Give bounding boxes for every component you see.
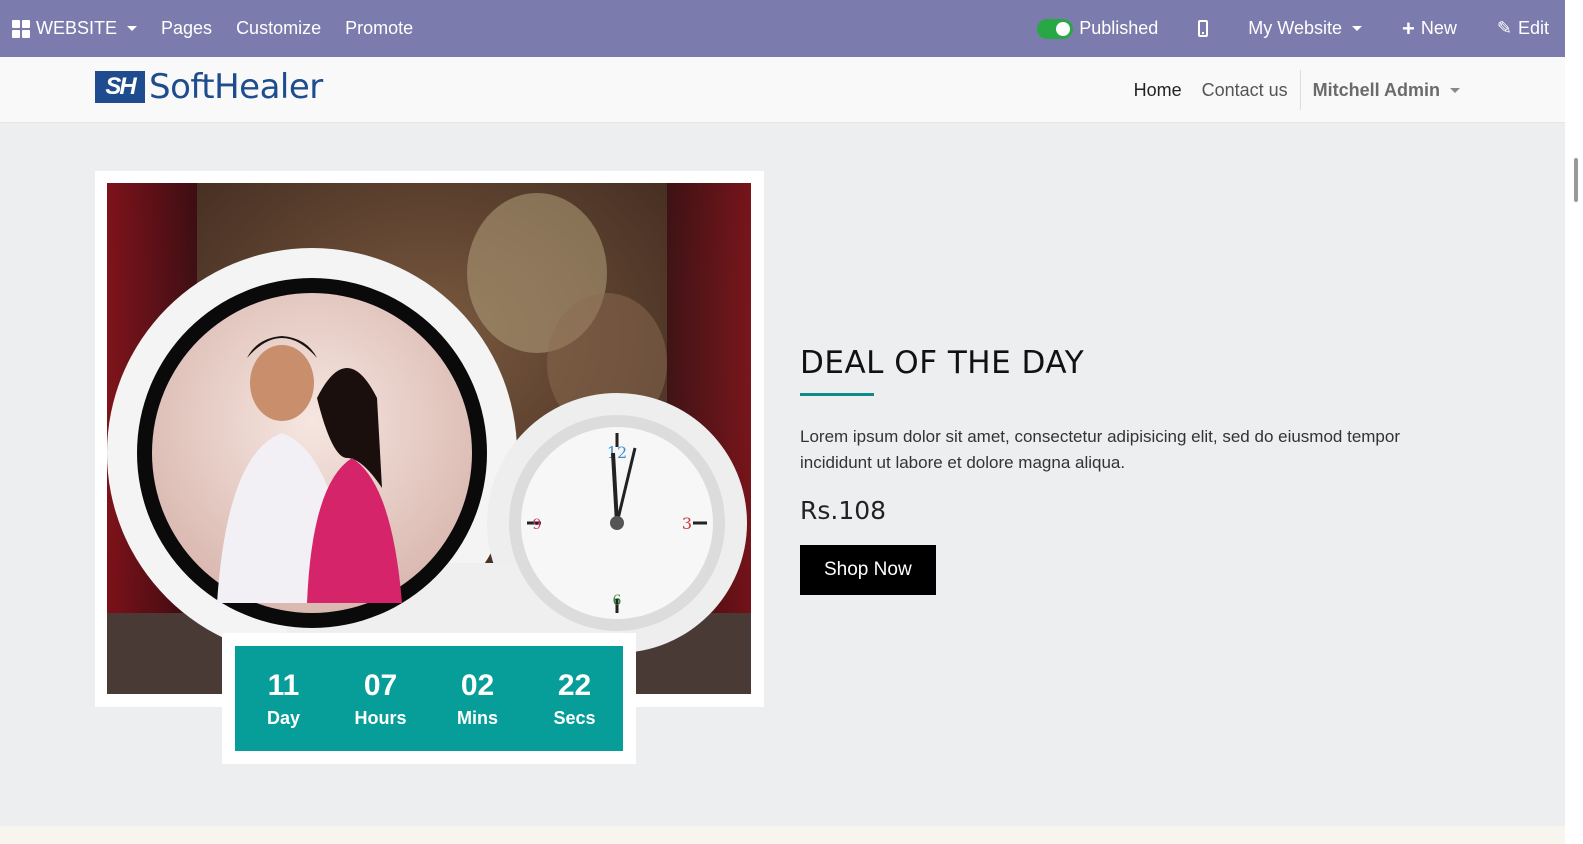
site-header: SH SoftHealer Home Contact us Mitchell A… [0, 57, 1565, 123]
countdown-mins: 02 Mins [438, 668, 518, 729]
website-menu-label: WEBSITE [36, 18, 118, 38]
svg-text:9: 9 [533, 517, 542, 533]
deal-price: Rs.108 [800, 496, 887, 525]
countdown-label: Secs [553, 708, 596, 728]
title-underline [800, 393, 874, 396]
site-logo[interactable]: SH SoftHealer [95, 67, 323, 107]
logo-mark: SH [95, 71, 145, 103]
pencil-icon: ✎ [1496, 18, 1512, 38]
admin-bar-left: WEBSITE Pages Customize Promote [12, 0, 413, 57]
scrollbar[interactable] [1565, 0, 1583, 844]
promote-menu[interactable]: Promote [345, 18, 413, 39]
edit-button[interactable]: ✎ Edit [1497, 18, 1549, 39]
published-toggle[interactable]: Published [1037, 18, 1158, 39]
svg-text:12: 12 [607, 443, 627, 462]
deal-title: DEAL OF THE DAY [800, 345, 1085, 381]
countdown-day: 11 Day [244, 668, 324, 729]
caret-down-icon [1450, 87, 1460, 93]
countdown-label: Day [266, 708, 301, 728]
svg-text:3: 3 [682, 514, 692, 533]
bottom-section-strip [0, 826, 1565, 844]
admin-bar-right: Published My Website + New ✎ Edit [1037, 0, 1549, 57]
product-image-frame: 12 3 6 9 [95, 171, 764, 707]
nav-divider [1299, 70, 1301, 110]
user-menu[interactable]: Mitchell Admin [1303, 80, 1460, 101]
countdown-label: Mins [456, 708, 498, 728]
deal-section: DEAL OF THE DAY Lorem ipsum dolor sit am… [800, 345, 1440, 595]
my-website-label: My Website [1248, 18, 1342, 38]
countdown-value: 11 [267, 669, 300, 702]
photo-frame-clock-illustration: 12 3 6 9 [107, 183, 751, 694]
logo-text: SoftHealer [149, 67, 323, 107]
customize-menu[interactable]: Customize [236, 18, 321, 39]
countdown-value: 07 [363, 669, 398, 702]
countdown-hours: 07 Hours [341, 668, 421, 729]
caret-down-icon [1352, 26, 1362, 31]
plus-icon: + [1402, 15, 1415, 41]
nav-home[interactable]: Home [1124, 80, 1192, 101]
shop-now-button[interactable]: Shop Now [800, 545, 936, 595]
nav-contact[interactable]: Contact us [1192, 80, 1298, 101]
my-website-menu[interactable]: My Website [1248, 18, 1362, 39]
published-label: Published [1079, 18, 1159, 38]
mobile-preview-button[interactable] [1198, 20, 1209, 37]
product-image: 12 3 6 9 [107, 183, 751, 694]
countdown-frame: 11 Day 07 Hours 02 Mins 22 Secs [222, 633, 636, 764]
new-button[interactable]: + New [1402, 15, 1457, 41]
pages-menu[interactable]: Pages [161, 18, 212, 39]
mobile-phone-icon [1198, 20, 1209, 37]
svg-text:6: 6 [613, 593, 622, 609]
countdown-label: Hours [354, 708, 407, 728]
scrollbar-thumb[interactable] [1574, 158, 1578, 202]
countdown-value: 22 [557, 669, 592, 702]
caret-down-icon [127, 26, 138, 31]
countdown-timer: 11 Day 07 Hours 02 Mins 22 Secs [235, 646, 623, 751]
website-menu[interactable]: WEBSITE [12, 18, 138, 39]
toggle-switch-icon[interactable] [1037, 18, 1074, 39]
user-name: Mitchell Admin [1312, 79, 1440, 100]
edit-label: Edit [1517, 18, 1549, 38]
apps-grid-icon [12, 19, 30, 38]
site-nav: Home Contact us Mitchell Admin [1124, 57, 1460, 123]
new-label: New [1420, 18, 1457, 38]
countdown-value: 02 [460, 669, 495, 702]
countdown-secs: 22 Secs [535, 668, 615, 729]
deal-description: Lorem ipsum dolor sit amet, consectetur … [800, 427, 1401, 472]
admin-top-bar: WEBSITE Pages Customize Promote Publishe… [0, 0, 1565, 57]
